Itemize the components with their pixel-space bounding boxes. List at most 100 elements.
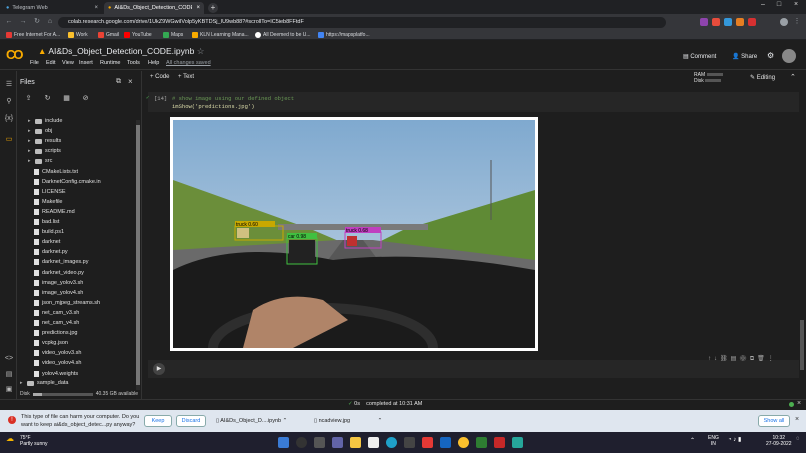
edge-icon[interactable] [386, 437, 397, 448]
menu-tools[interactable]: Tools [127, 60, 140, 66]
files-scrollbar[interactable] [136, 120, 140, 390]
file-item[interactable]: video_yolov3.sh [34, 348, 81, 358]
bookmark-item[interactable]: Gmail [98, 31, 119, 39]
new-tab-button[interactable]: + [208, 3, 218, 13]
extension-icon[interactable] [724, 18, 732, 26]
forward-button[interactable]: → [18, 17, 28, 27]
bookmark-item[interactable]: YouTube [124, 31, 152, 39]
file-item[interactable]: build.ps1 [34, 227, 64, 237]
file-explorer-icon[interactable] [350, 437, 361, 448]
minimize-button[interactable]: – [756, 0, 770, 10]
file-item[interactable]: bad.list [34, 217, 59, 227]
notification-icon[interactable]: ◌ [796, 436, 800, 442]
run-cell-button[interactable]: ▶ [153, 363, 165, 375]
bookmark-item[interactable]: Maps [163, 31, 183, 39]
menu-help[interactable]: Help [148, 60, 159, 66]
terminal-icon[interactable]: ▤ [4, 370, 14, 380]
menu-file[interactable]: File [30, 60, 39, 66]
file-item[interactable]: image_yolov4.sh [34, 288, 83, 298]
tab-telegram[interactable]: ● Telegram Web × [2, 2, 102, 14]
back-button[interactable]: ← [4, 17, 14, 27]
extension-icon[interactable] [700, 18, 708, 26]
notebook-scrollbar[interactable] [800, 320, 804, 370]
app-icon[interactable] [476, 437, 487, 448]
close-icon[interactable]: × [797, 400, 801, 407]
store-icon[interactable] [368, 437, 379, 448]
tab-colab[interactable]: ● AI&Ds_Object_Detection_CODE.i × [104, 2, 204, 14]
app-icon[interactable] [494, 437, 505, 448]
chat-icon[interactable] [332, 437, 343, 448]
weather-widget[interactable]: 75°F Partly sunny [20, 435, 48, 447]
file-item[interactable]: darknet_images.py [34, 257, 88, 267]
resource-monitor[interactable]: RAM Disk [694, 72, 723, 84]
menu-view[interactable]: View [62, 60, 74, 66]
download-item[interactable]: ▯ AI&Ds_Object_D....ipynb ⌃ [216, 418, 287, 424]
colab-logo[interactable]: CO [6, 47, 23, 62]
save-status[interactable]: All changes saved [166, 60, 211, 66]
chrome-icon[interactable] [458, 437, 469, 448]
folder-item[interactable]: ▸ scripts [28, 146, 61, 156]
folder-item[interactable]: ▸ obj [28, 126, 52, 136]
file-item[interactable]: Makefile [34, 197, 62, 207]
maximize-button[interactable]: □ [772, 0, 786, 10]
extension-icon[interactable] [748, 18, 756, 26]
folder-item[interactable]: ▸ sample_data [20, 378, 69, 388]
chevron-right-icon[interactable]: ▸ [28, 128, 32, 134]
menu-edit[interactable]: Edit [46, 60, 55, 66]
empty-code-cell[interactable]: ▶ [148, 360, 799, 378]
hide-files-icon[interactable]: ⊘ [81, 94, 90, 103]
bookmark-item[interactable]: KLN Learning Mana... [192, 31, 249, 39]
chevron-right-icon[interactable]: ▸ [28, 148, 32, 154]
home-icon[interactable]: ⌂ [45, 17, 55, 27]
star-icon[interactable]: ☆ [197, 46, 205, 56]
add-text-button[interactable]: + Text [178, 74, 194, 80]
folder-item[interactable]: ▸ src [28, 156, 52, 166]
code-icon[interactable]: <> [4, 355, 14, 365]
chevron-up-icon[interactable]: ⌃ [283, 418, 288, 424]
notebook-title[interactable]: ▲ AI&Ds_Object_Detection_CODE.ipynb ☆ [38, 46, 204, 57]
folder-icon[interactable]: ▭ [4, 135, 14, 145]
file-item[interactable]: DarknetConfig.cmake.in [34, 177, 101, 187]
toc-icon[interactable]: ☰ [4, 80, 14, 90]
close-icon[interactable]: × [795, 416, 799, 423]
share-button[interactable]: 👤 Share [732, 53, 757, 60]
download-item[interactable]: ▯ ncadview.jpg ⌃ [314, 418, 382, 424]
url-input[interactable]: colab.research.google.com/drive/1UkZ9WGw… [58, 17, 666, 28]
menu-insert[interactable]: Insert [79, 60, 93, 66]
file-item[interactable]: predictions.jpg [34, 328, 77, 338]
file-item[interactable]: darknet.py [34, 247, 68, 257]
close-icon[interactable]: × [94, 5, 98, 11]
file-item[interactable]: json_mjpeg_streams.sh [34, 298, 100, 308]
file-item[interactable]: net_cam_v4.sh [34, 318, 79, 328]
refresh-icon[interactable]: ↻ [43, 94, 52, 103]
app-icon[interactable] [512, 437, 523, 448]
cell-toolbar[interactable]: ↑↓⛓▤⚙⧉🗑⋮ [708, 355, 777, 363]
file-item[interactable]: video_yolov4.sh [34, 358, 81, 368]
app-icon[interactable] [422, 437, 433, 448]
keep-button[interactable]: Keep [144, 415, 172, 427]
file-item[interactable]: CMakeLists.txt [34, 167, 78, 177]
search-icon[interactable]: ⚲ [4, 97, 14, 107]
folder-item[interactable]: ▸ results [28, 136, 61, 146]
file-item[interactable]: vcpkg.json [34, 338, 68, 348]
chevron-right-icon[interactable]: ▸ [28, 158, 32, 164]
file-item[interactable]: LICENSE [34, 187, 66, 197]
bookmark-item[interactable]: Work [68, 31, 88, 39]
close-icon[interactable]: × [196, 5, 200, 11]
bookmark-item[interactable]: All Deemed to be U... [255, 31, 311, 39]
settings-icon[interactable] [404, 437, 415, 448]
menu-runtime[interactable]: Runtime [100, 60, 120, 66]
clock[interactable]: 10:32 27-09-2022 [766, 435, 792, 447]
task-view-icon[interactable] [314, 437, 325, 448]
close-window-button[interactable]: × [789, 0, 803, 10]
avatar[interactable] [782, 49, 796, 63]
gear-icon[interactable]: ⚙ [767, 51, 774, 60]
comment-button[interactable]: ▤ Comment [683, 53, 716, 60]
close-icon[interactable]: × [128, 77, 133, 86]
chevron-up-icon[interactable]: ⌃ [790, 73, 796, 81]
chevron-right-icon[interactable]: ▸ [28, 138, 32, 144]
bookmark-item[interactable]: Free Internet For A... [6, 31, 60, 39]
console-icon[interactable]: ▣ [4, 385, 14, 395]
kebab-menu-icon[interactable]: ⋮ [792, 17, 802, 27]
open-in-new-icon[interactable]: ⧉ [116, 78, 121, 86]
